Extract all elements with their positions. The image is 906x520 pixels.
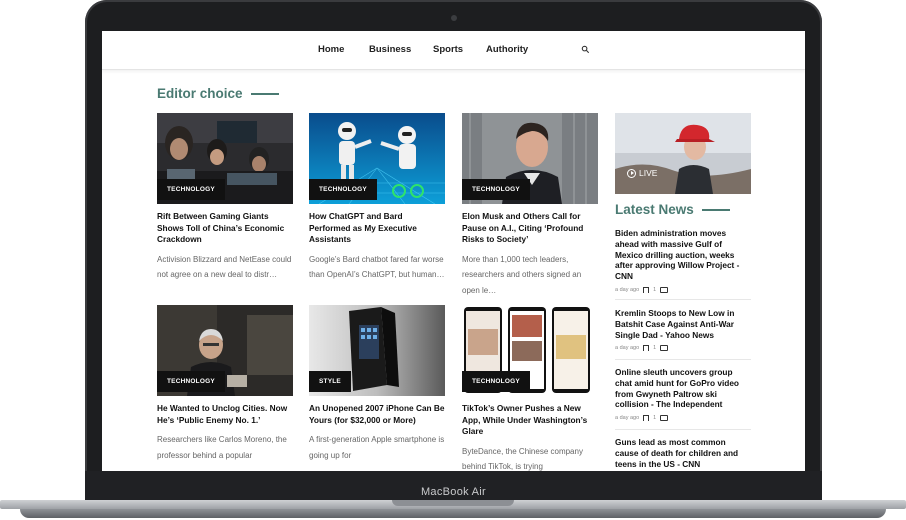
nav-business[interactable]: Business [369, 44, 411, 55]
nav-authority[interactable]: Authority [486, 44, 528, 55]
camera-icon [451, 15, 457, 21]
news-time: a day ago [615, 415, 640, 422]
play-icon [627, 168, 636, 178]
article-excerpt: ByteDance, the Chinese company behind Ti… [462, 446, 583, 472]
heading-underline [250, 92, 279, 95]
category-badge[interactable]: TECHNOLOGY [309, 179, 377, 200]
divider [615, 359, 751, 360]
browser-screen: Home Business Sports Authority Editor ch… [102, 31, 805, 471]
category-badge[interactable]: TECHNOLOGY [157, 179, 225, 200]
editor-choice-heading: Editor choice [157, 86, 279, 101]
article-excerpt: Researchers like Carlos Moreno, the prof… [157, 435, 287, 460]
news-title[interactable]: Kremlin Stoops to New Low in Batshit Cas… [615, 308, 751, 340]
article-title[interactable]: He Wanted to Unclog Cities. Now He’s ‘Pu… [157, 403, 293, 426]
editor-choice-title: Editor choice [157, 86, 243, 101]
category-badge[interactable]: TECHNOLOGY [462, 179, 530, 200]
article-card[interactable]: TECHNOLOGY Rift Between Gaming Giants Sh… [157, 113, 293, 283]
article-image-iphone-box[interactable]: STYLE [309, 305, 445, 396]
article-title[interactable]: TikTok’s Owner Pushes a New App, While U… [462, 403, 598, 438]
trackpad-notch [392, 500, 514, 506]
article-image-professor[interactable]: TECHNOLOGY [157, 305, 293, 396]
nav-sports[interactable]: Sports [433, 44, 463, 55]
category-badge[interactable]: STYLE [309, 371, 351, 392]
article-title[interactable]: How ChatGPT and Bard Performed as My Exe… [309, 211, 445, 246]
device-model-label: MacBook Air [420, 486, 487, 498]
article-title[interactable]: Rift Between Gaming Giants Shows Toll of… [157, 211, 293, 246]
live-indicator: LIVE [627, 168, 657, 178]
article-excerpt: More than 1,000 tech leaders, researcher… [462, 254, 582, 295]
article-image-gamers[interactable]: TECHNOLOGY [157, 113, 293, 204]
news-item[interactable]: Guns lead as most common cause of death … [615, 437, 751, 469]
divider [615, 429, 751, 430]
article-card[interactable]: STYLE An Unopened 2007 iPhone Can Be You… [309, 305, 445, 463]
laptop-base [0, 500, 906, 520]
news-meta: a day ago 1 [615, 415, 751, 422]
article-excerpt: Activision Blizzard and NetEase could no… [157, 254, 292, 280]
bookmark-icon[interactable] [643, 286, 650, 293]
article-excerpt: A first-generation Apple smartphone is g… [309, 435, 445, 460]
article-card[interactable]: TECHNOLOGY TikTok’s Owner Pushes a New A… [462, 305, 598, 471]
news-item[interactable]: Biden administration moves ahead with ma… [615, 228, 751, 293]
divider [615, 299, 751, 300]
news-title[interactable]: Guns lead as most common cause of death … [615, 437, 751, 469]
article-title[interactable]: An Unopened 2007 iPhone Can Be Yours (fo… [309, 403, 445, 426]
article-image-robots[interactable]: TECHNOLOGY [309, 113, 445, 204]
article-card[interactable]: TECHNOLOGY He Wanted to Unclog Cities. N… [157, 305, 293, 463]
nav-home[interactable]: Home [318, 44, 344, 55]
comment-count: 1 [653, 415, 657, 422]
news-item[interactable]: Online sleuth uncovers group chat amid h… [615, 367, 751, 422]
live-video-thumbnail[interactable]: LIVE [615, 113, 751, 194]
article-excerpt: Google’s Bard chatbot fared far worse th… [309, 254, 445, 280]
search-icon[interactable] [580, 44, 591, 55]
news-title[interactable]: Online sleuth uncovers group chat amid h… [615, 367, 751, 410]
article-card[interactable]: TECHNOLOGY How ChatGPT and Bard Performe… [309, 113, 445, 283]
bookmark-icon[interactable] [643, 415, 650, 422]
news-time: a day ago [615, 286, 640, 293]
comment-icon[interactable] [660, 286, 669, 293]
article-image-musk[interactable]: TECHNOLOGY [462, 113, 598, 204]
news-meta: a day ago 1 [615, 286, 751, 293]
news-meta: a day ago 1 [615, 345, 751, 352]
news-item[interactable]: Kremlin Stoops to New Low in Batshit Cas… [615, 308, 751, 352]
news-title[interactable]: Biden administration moves ahead with ma… [615, 228, 751, 282]
article-image-phones[interactable]: TECHNOLOGY [462, 305, 598, 396]
heading-underline [701, 208, 730, 211]
live-label: LIVE [639, 168, 658, 178]
comment-icon[interactable] [660, 415, 669, 422]
article-title[interactable]: Elon Musk and Others Call for Pause on A… [462, 211, 598, 246]
news-time: a day ago [615, 345, 640, 352]
latest-news-heading: Latest News [615, 202, 730, 217]
comment-count: 1 [653, 345, 657, 352]
category-badge[interactable]: TECHNOLOGY [157, 371, 225, 392]
comment-count: 1 [653, 286, 657, 293]
main-nav: Home Business Sports Authority [102, 31, 805, 70]
category-badge[interactable]: TECHNOLOGY [462, 371, 530, 392]
latest-news-title: Latest News [615, 202, 694, 217]
article-card[interactable]: TECHNOLOGY Elon Musk and Others Call for… [462, 113, 598, 298]
bookmark-icon[interactable] [643, 345, 650, 352]
comment-icon[interactable] [660, 345, 669, 352]
